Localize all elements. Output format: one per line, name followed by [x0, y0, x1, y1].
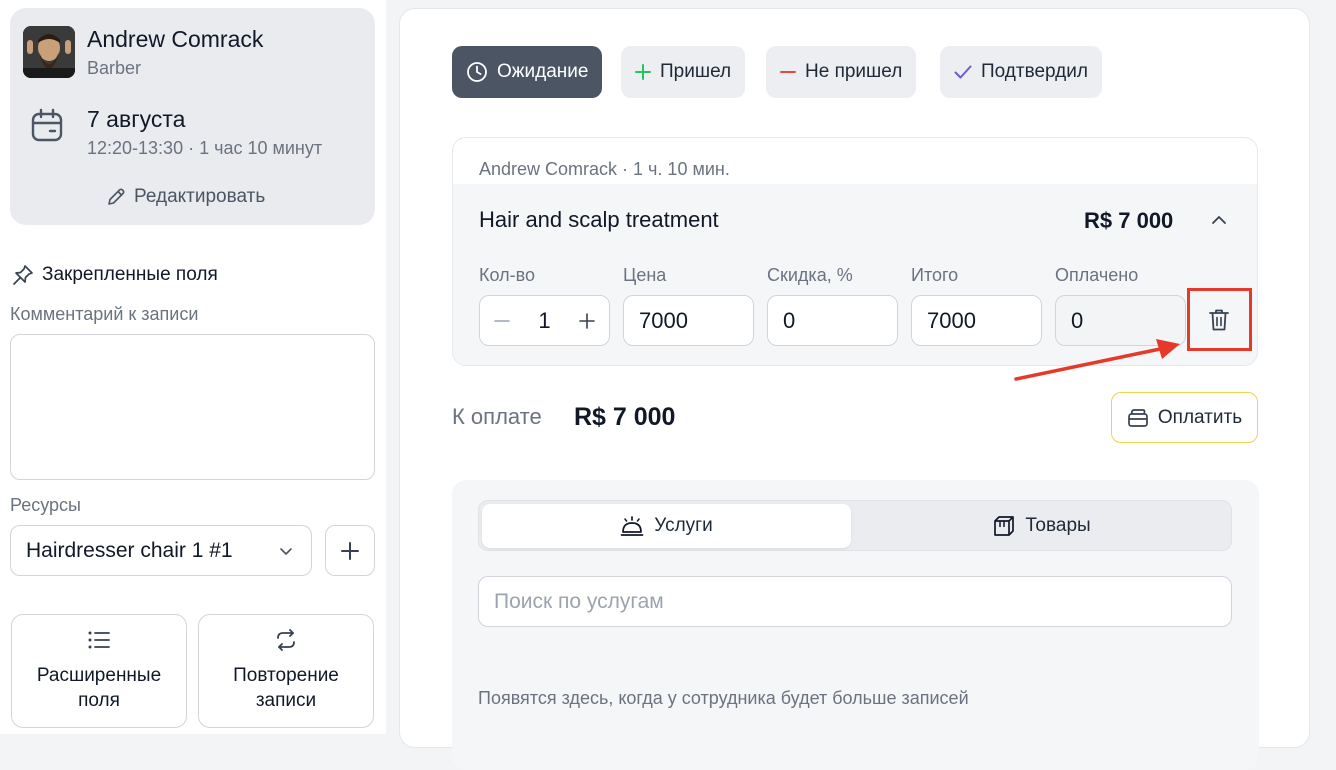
calendar-icon — [31, 108, 63, 142]
catalog-tabs: Услуги Товары — [478, 500, 1232, 551]
status-no-show-button[interactable]: Не пришел — [766, 46, 917, 98]
price-input[interactable]: 7000 — [623, 295, 754, 346]
pay-button[interactable]: Оплатить — [1111, 392, 1258, 443]
avatar — [23, 26, 75, 78]
minus-icon[interactable] — [494, 313, 510, 329]
status-confirmed-button[interactable]: Подтвердил — [940, 46, 1102, 98]
paid-label: Оплачено — [1055, 265, 1139, 285]
empty-state-note: Появятся здесь, когда у сотрудника будет… — [478, 688, 969, 708]
employee-role: Barber — [87, 58, 142, 78]
chevron-down-icon — [280, 547, 292, 555]
total-label: Итого — [911, 265, 959, 285]
repeat-icon — [277, 629, 295, 651]
pin-icon — [13, 265, 33, 285]
resources-label: Ресурсы — [10, 495, 81, 515]
service-bell-icon — [620, 516, 644, 536]
qty-label: Кол-во — [479, 265, 535, 285]
clock-icon — [467, 62, 487, 82]
tab-products-label: Товары — [1025, 515, 1091, 536]
quantity-value: 1 — [538, 307, 551, 333]
sidebar: Andrew Comrack Barber 7 августа 12:20-13… — [0, 0, 386, 734]
service-line-card: Andrew Comrack · 1 ч. 10 мин. Hair and s… — [452, 137, 1258, 366]
status-arrived-button[interactable]: Пришел — [621, 46, 746, 98]
repeat-booking-label: Повторение записи — [233, 665, 339, 711]
status-no-show-label: Не пришел — [805, 61, 903, 82]
repeat-booking-button[interactable]: Повторение записи — [198, 614, 374, 728]
appointment-time: 12:20-13:30 · 1 час 10 минут — [87, 138, 323, 158]
resource-selected-value: Hairdresser chair 1 #1 — [26, 538, 233, 562]
quantity-stepper[interactable]: 1 — [479, 295, 610, 346]
box-icon — [994, 516, 1015, 536]
discount-label: Скидка, % — [767, 265, 853, 285]
check-icon — [954, 65, 972, 79]
pinned-title: Закрепленные поля — [42, 264, 218, 285]
status-waiting-label: Ожидание — [497, 61, 589, 82]
highlight-box — [1187, 288, 1252, 351]
amount-due-label: К оплате — [452, 404, 542, 429]
extended-fields-button[interactable]: Расширенные поля — [11, 614, 187, 728]
status-waiting-button[interactable]: Ожидание — [452, 46, 603, 98]
edit-button[interactable]: Редактировать — [106, 186, 265, 208]
resource-select[interactable]: Hairdresser chair 1 #1 — [10, 525, 312, 576]
profile-card: Andrew Comrack Barber 7 августа 12:20-13… — [10, 8, 375, 225]
pay-label: Оплатить — [1157, 406, 1243, 428]
annotation-arrow-icon — [1014, 339, 1180, 381]
minus-icon — [780, 71, 796, 73]
service-meta: Andrew Comrack · 1 ч. 10 мин. — [479, 159, 730, 179]
pinned-fields-header: Закрепленные поля — [12, 264, 218, 286]
tab-services[interactable]: Услуги — [482, 504, 851, 548]
plus-icon — [635, 64, 651, 80]
wallet-icon — [1128, 408, 1148, 427]
edit-label: Редактировать — [134, 186, 266, 207]
plus-icon — [341, 541, 359, 560]
chevron-up-icon[interactable] — [1210, 211, 1228, 229]
comment-textarea[interactable] — [10, 334, 375, 480]
appointment-date: 7 августа — [87, 106, 186, 132]
discount-input[interactable]: 0 — [767, 295, 898, 346]
catalog-panel: Услуги Товары Появятся здесь, когда у со… — [452, 480, 1259, 770]
status-confirmed-label: Подтвердил — [981, 61, 1088, 82]
employee-name: Andrew Comrack — [87, 26, 264, 52]
amount-due-value: R$ 7 000 — [574, 403, 676, 431]
search-input[interactable] — [478, 576, 1232, 627]
list-icon — [88, 631, 110, 649]
plus-icon[interactable] — [579, 312, 595, 329]
price-label: Цена — [623, 265, 667, 285]
comment-label: Комментарий к записи — [10, 304, 199, 324]
service-title: Hair and scalp treatment — [479, 207, 719, 232]
service-price: R$ 7 000 — [1084, 208, 1174, 233]
add-resource-button[interactable] — [325, 525, 375, 576]
status-arrived-label: Пришел — [660, 61, 732, 82]
tab-services-label: Услуги — [654, 515, 713, 536]
extended-fields-label: Расширенные поля — [36, 665, 162, 711]
tab-products[interactable]: Товары — [854, 504, 1230, 548]
pencil-icon — [108, 188, 125, 205]
